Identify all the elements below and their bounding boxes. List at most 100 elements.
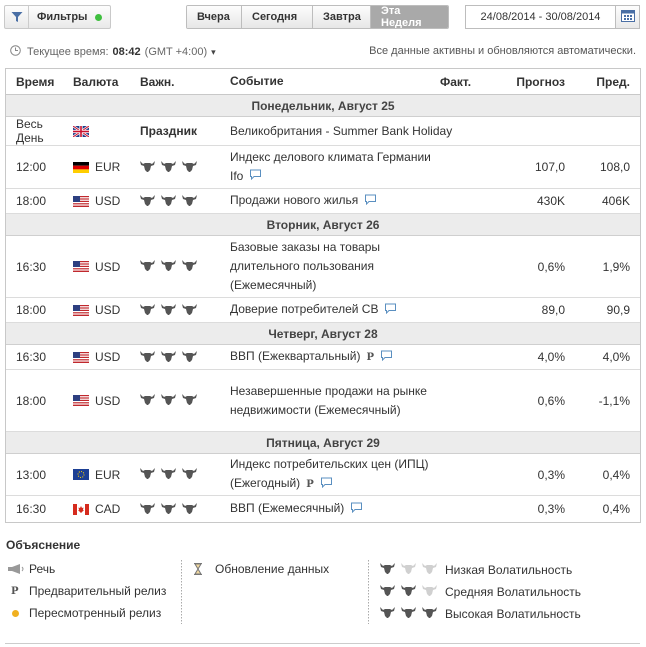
comment-bubble-icon[interactable] [320, 475, 333, 494]
event-title[interactable]: Продажи нового жилья [230, 193, 358, 207]
bull-icon [140, 393, 155, 408]
bull-icon [140, 259, 155, 274]
event-name[interactable]: Доверие потребителей CB [230, 300, 435, 319]
column-actual: Факт. [440, 74, 472, 89]
hourglass-icon [193, 563, 215, 575]
table-row[interactable]: 16:30 USD Базовые заказы на товары длитель… [6, 236, 640, 298]
event-title[interactable]: Незавершенные продажи на рынке недвижимо… [230, 384, 427, 417]
event-name[interactable]: Индекс делового климата Германии Ifo [230, 148, 435, 186]
bottom-divider [5, 643, 640, 644]
table-row[interactable]: 16:30 CAD ВВП (Ежемесячный) 0,3% 0,4% [6, 496, 640, 522]
legend-preliminary-label: Предварительный релиз [29, 584, 167, 598]
event-currency: USD [73, 194, 140, 208]
bull-icon [422, 562, 437, 577]
table-row[interactable]: Весь День Праздник Великобритания - Summer… [6, 117, 640, 146]
bull-icon [401, 606, 416, 621]
bull-icon [161, 160, 176, 175]
tab-yesterday[interactable]: Вчера [187, 6, 242, 28]
event-time: 18:00 [16, 303, 47, 317]
legend-revised-label: Пересмотренный релиз [29, 606, 162, 620]
event-forecast: 4,0% [537, 350, 565, 364]
economic-calendar-table: Время Валюта Важн. Событие Факт. Прогноз… [5, 68, 641, 523]
bull-icon [422, 584, 437, 599]
event-previous: 0,4% [602, 467, 630, 482]
date-range-field[interactable]: 24/08/2014 - 30/08/2014 [465, 5, 616, 29]
chevron-down-icon[interactable]: ▾ [211, 47, 216, 58]
table-row[interactable]: 13:00 EUR Индекс потребительских цен (ИПЦ)… [6, 454, 640, 496]
event-currency: CAD [73, 502, 140, 516]
speech-megaphone-icon [7, 564, 29, 574]
bull-icon [182, 194, 197, 209]
comment-bubble-icon[interactable] [380, 348, 393, 367]
preliminary-icon: P [366, 351, 375, 363]
event-forecast: 430K [536, 194, 565, 208]
event-importance: Праздник [140, 124, 230, 138]
bull-icon [161, 194, 176, 209]
event-name[interactable]: Незавершенные продажи на рынке недвижимо… [230, 382, 435, 420]
event-name[interactable]: Индекс потребительских цен (ИПЦ) (Ежегод… [230, 455, 435, 493]
event-forecast: 89,0 [541, 303, 565, 317]
event-importance [140, 502, 230, 517]
auto-update-note: Все данные активны и обновляются автомат… [369, 45, 636, 57]
legend-speech-label: Речь [29, 562, 56, 576]
revised-dot-icon [7, 609, 29, 617]
event-forecast: 0,3% [537, 467, 565, 482]
bull-icon [182, 160, 197, 175]
bull-icon [380, 606, 395, 621]
event-title[interactable]: ВВП (Ежеквартальный) [230, 349, 360, 363]
event-title[interactable]: ВВП (Ежемесячный) [230, 501, 344, 515]
currency-code: EUR [95, 160, 121, 174]
table-row[interactable]: 18:00 USD Незавершенные продажи на рынке н… [6, 370, 640, 432]
table-row[interactable]: 12:00 EUR Индекс делового климата Германии… [6, 146, 640, 189]
comment-bubble-icon[interactable] [249, 167, 262, 186]
event-time: 16:30 [16, 259, 47, 274]
event-name[interactable]: ВВП (Ежемесячный) [230, 499, 435, 518]
comment-bubble-icon[interactable] [350, 500, 363, 519]
tab-today[interactable]: Сегодня [242, 6, 313, 28]
bull-icon [380, 562, 395, 577]
comment-bubble-icon[interactable] [384, 301, 397, 320]
clock-icon [10, 45, 21, 59]
event-importance [140, 259, 230, 274]
tab-this-week[interactable]: Эта Неделя [371, 6, 448, 28]
filter-icon [5, 6, 29, 28]
legend-low: Низкая Волатильность [380, 562, 572, 577]
event-name[interactable]: Продажи нового жилья [230, 191, 435, 210]
event-name[interactable]: Великобритания - Summer Bank Holiday [230, 122, 570, 141]
event-title[interactable]: Доверие потребителей CB [230, 302, 378, 316]
column-time: Время [16, 74, 55, 89]
event-previous: -1,1% [598, 393, 630, 408]
bull-icon [182, 350, 197, 365]
timezone-selector[interactable]: (GMT +4:00) [145, 46, 207, 58]
currency-code: CAD [95, 502, 121, 516]
calendar-button[interactable] [615, 5, 640, 29]
bull-icon [140, 350, 155, 365]
event-title[interactable]: Базовые заказы на товары длительного пол… [230, 240, 380, 292]
event-name[interactable]: Базовые заказы на товары длительного пол… [230, 238, 435, 295]
bull-icon [161, 393, 176, 408]
flag-us-icon [73, 395, 89, 406]
table-row[interactable]: 18:00 USD Доверие потребителей CB 89,0 90,9 [6, 298, 640, 323]
filters-button[interactable]: Фильтры [4, 5, 111, 29]
event-importance [140, 350, 230, 365]
day-header: Пятница, Август 29 [6, 432, 640, 454]
event-previous: 406K [601, 194, 630, 208]
tab-tomorrow[interactable]: Завтра [313, 6, 371, 28]
legend-speech: Речь [7, 562, 55, 576]
flag-us-icon [73, 261, 89, 272]
comment-bubble-icon[interactable] [364, 192, 377, 211]
bull-icon [380, 584, 395, 599]
event-time: 12:00 [16, 160, 47, 174]
event-name[interactable]: ВВП (Ежеквартальный) P [230, 347, 435, 366]
time-label: Текущее время: [27, 46, 109, 58]
flag-us-icon [73, 351, 89, 363]
event-time: 13:00 [16, 467, 47, 482]
flag-eu-icon [73, 469, 89, 480]
currency-code: USD [95, 350, 121, 364]
event-title[interactable]: Великобритания - Summer Bank Holiday [230, 124, 452, 138]
table-row[interactable]: 16:30 USD ВВП (Ежеквартальный) P 4,0% 4,0% [6, 345, 640, 370]
table-row[interactable]: 18:00 USD Продажи нового жилья 430K 406K [6, 189, 640, 214]
event-time: 16:30 [16, 502, 47, 516]
day-header: Понедельник, Август 25 [6, 95, 640, 117]
event-importance [140, 194, 230, 209]
